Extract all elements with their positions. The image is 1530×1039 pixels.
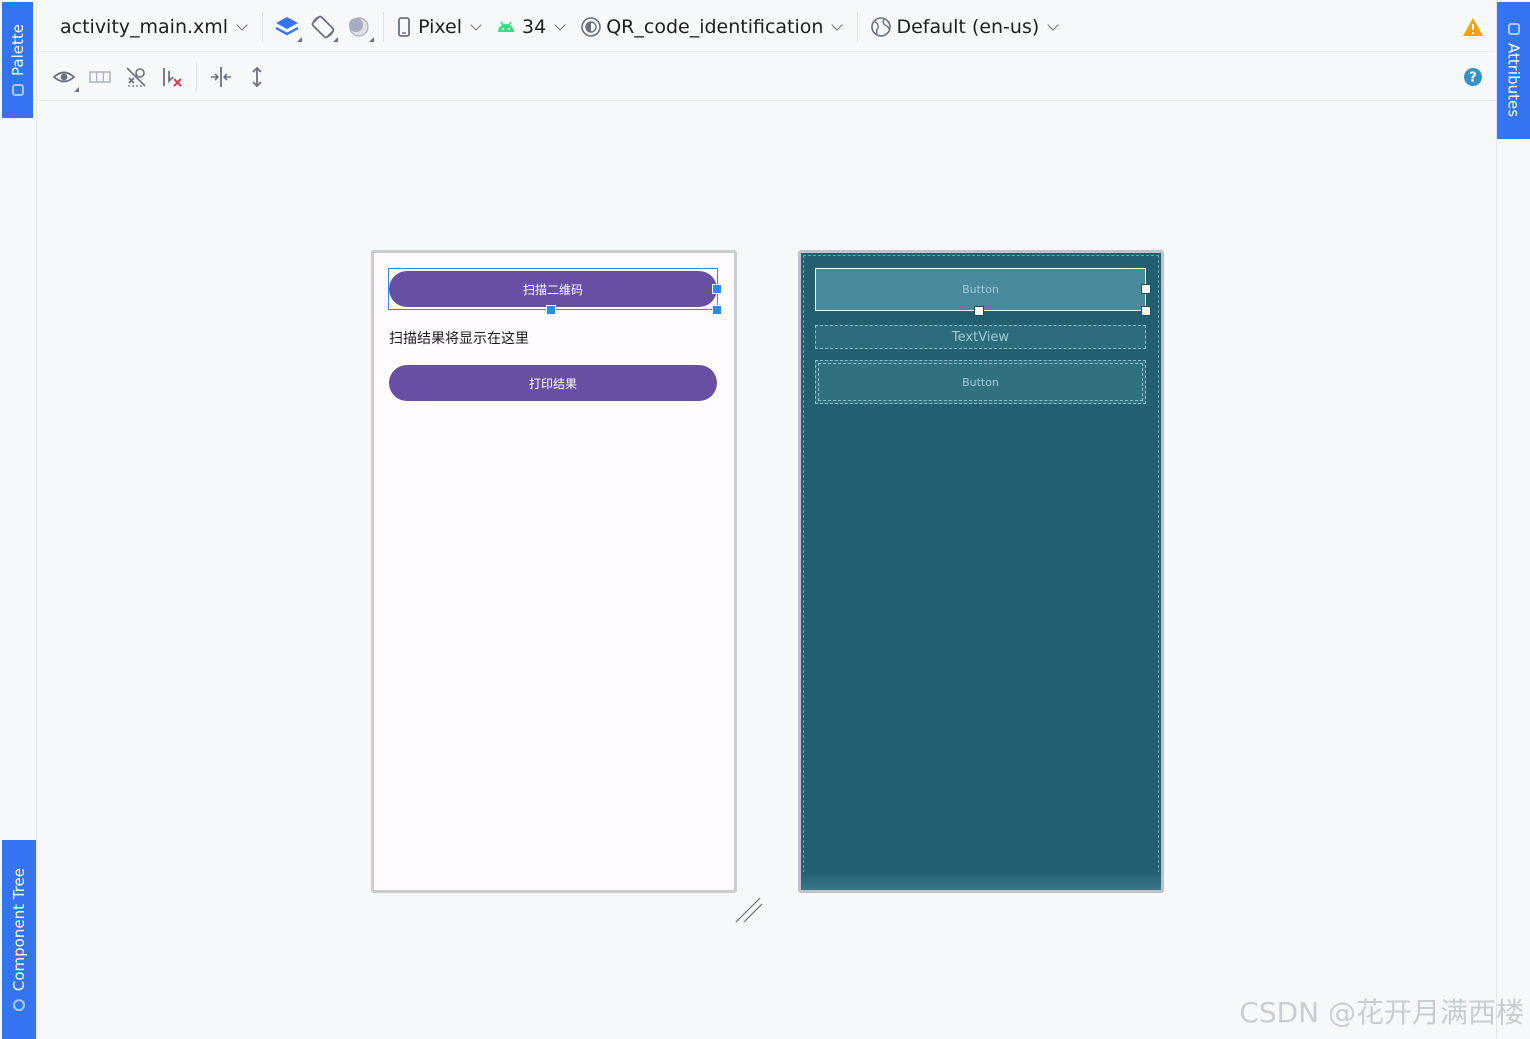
expand-horizontal-icon xyxy=(211,66,231,87)
dropdown-corner-icon xyxy=(297,36,303,42)
palette-tab[interactable]: Palette xyxy=(2,2,33,118)
constraints-off-icon xyxy=(126,66,146,87)
locale-name: Default (en-us) xyxy=(896,15,1040,38)
chevron-down-icon xyxy=(1047,18,1059,31)
help-button[interactable]: ? xyxy=(1455,59,1491,95)
divider xyxy=(262,11,264,42)
left-tool-strip: Palette Component Tree xyxy=(0,0,37,1039)
warning-icon xyxy=(1463,17,1483,36)
blueprint-frame xyxy=(803,255,1159,888)
resize-handle-right[interactable] xyxy=(712,284,722,294)
print-result-button[interactable]: 打印结果 xyxy=(389,365,717,401)
print-result-button-label: 打印结果 xyxy=(528,376,577,391)
file-selector[interactable]: activity_main.xml xyxy=(54,9,256,45)
expand-vertical-button[interactable] xyxy=(239,59,275,95)
chevron-down-icon xyxy=(470,18,482,31)
blueprint-handle-bottom[interactable] xyxy=(974,306,984,316)
orientation-button[interactable] xyxy=(305,9,341,45)
watermark: CSDN @花开月满西楼 xyxy=(1239,996,1524,1029)
blueprint-button-2-label: Button xyxy=(962,375,999,389)
divider xyxy=(383,11,385,42)
attributes-icon xyxy=(1507,23,1520,36)
svg-text:?: ? xyxy=(1469,70,1477,85)
view-options-button[interactable] xyxy=(46,59,82,95)
api-level-selector[interactable]: 34 xyxy=(490,9,574,45)
layers-button[interactable] xyxy=(269,9,305,45)
blueprint-button-1-label: Button xyxy=(962,283,999,296)
phone-icon xyxy=(398,16,410,37)
component-tree-tab[interactable]: Component Tree xyxy=(2,840,36,1039)
api-level: 34 xyxy=(522,15,547,38)
blueprint-button-1[interactable]: Button xyxy=(815,268,1146,311)
globe-icon xyxy=(871,16,892,37)
theme-icon xyxy=(581,16,602,37)
night-mode-icon xyxy=(349,16,369,37)
resize-handle-corner[interactable] xyxy=(712,305,722,315)
clear-constraints-icon xyxy=(163,67,182,87)
grid-icon xyxy=(89,70,111,83)
dropdown-corner-icon xyxy=(333,36,339,42)
right-tool-strip: Attributes xyxy=(1496,0,1530,1039)
layout-toolbar: ? xyxy=(38,53,1495,101)
attributes-tab-label: Attributes xyxy=(1504,43,1523,118)
warnings-button[interactable] xyxy=(1455,9,1491,45)
attributes-tab[interactable]: Attributes xyxy=(1497,2,1530,139)
blueprint-nav-bar xyxy=(801,872,1161,890)
chevron-down-icon xyxy=(554,18,566,31)
resize-handle-bottom[interactable] xyxy=(546,305,556,315)
component-tree-tab-label: Component Tree xyxy=(10,867,28,992)
theme-selector[interactable]: QR_code_identification xyxy=(574,9,851,45)
palette-tab-label: Palette xyxy=(8,24,27,76)
resize-grip-icon[interactable] xyxy=(734,892,766,924)
scan-result-text[interactable]: 扫描结果将显示在这里 xyxy=(389,328,529,348)
android-icon xyxy=(498,21,515,32)
palette-icon xyxy=(11,83,24,96)
design-canvas[interactable]: 扫描二维码 扫描结果将显示在这里 打印结果 Button TextView Bu… xyxy=(38,102,1495,1039)
design-toolbar: activity_main.xml Pixel 34 QR_code_ident… xyxy=(38,2,1495,52)
expand-vertical-icon xyxy=(252,66,262,87)
blueprint-button-2[interactable]: Button xyxy=(815,360,1146,404)
night-mode-button[interactable] xyxy=(341,9,377,45)
expand-horizontal-button[interactable] xyxy=(203,59,239,95)
blueprint-preview[interactable]: Button TextView Button xyxy=(798,250,1164,893)
device-name: Pixel xyxy=(418,15,463,38)
theme-name: QR_code_identification xyxy=(606,15,824,38)
help-icon: ? xyxy=(1464,67,1482,86)
divider xyxy=(857,11,859,42)
design-preview[interactable]: 扫描二维码 扫描结果将显示在这里 打印结果 xyxy=(371,250,737,893)
guidelines-button[interactable] xyxy=(82,59,118,95)
dropdown-corner-icon xyxy=(74,86,79,92)
blueprint-handle-corner[interactable] xyxy=(1141,306,1151,316)
eye-icon xyxy=(52,71,76,82)
divider xyxy=(196,61,197,92)
blueprint-handle-right[interactable] xyxy=(1141,284,1151,294)
selection-outline xyxy=(388,268,718,310)
locale-selector[interactable]: Default (en-us) xyxy=(864,9,1067,45)
clear-constraints-button[interactable] xyxy=(154,59,190,95)
dropdown-corner-icon xyxy=(369,36,375,42)
device-selector[interactable]: Pixel xyxy=(390,9,490,45)
chevron-down-icon xyxy=(236,18,248,31)
component-tree-icon xyxy=(13,999,25,1012)
blueprint-textview-label: TextView xyxy=(951,329,1010,345)
autoconnect-button[interactable] xyxy=(118,59,154,95)
chevron-down-icon xyxy=(831,18,844,31)
blueprint-textview[interactable]: TextView xyxy=(815,325,1146,349)
file-name: activity_main.xml xyxy=(60,15,229,38)
